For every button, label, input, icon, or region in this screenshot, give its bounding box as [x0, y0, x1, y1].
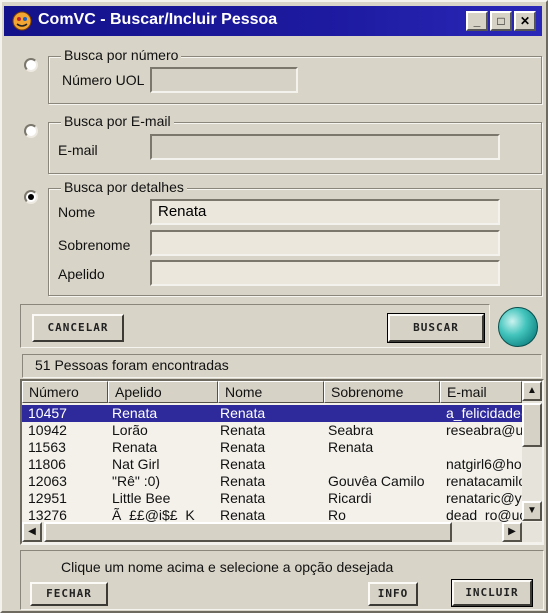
table-row[interactable]: 10942 Lorão Renata Seabra reseabra@uo [22, 422, 522, 439]
cell-nickname: Little Bee [112, 490, 171, 506]
table-row[interactable]: 12063 "Rê" :0) Renata Gouvêa Camilo renataca… [22, 473, 522, 490]
column-header-name[interactable]: Nome [218, 381, 324, 403]
horizontal-scroll-thumb[interactable] [44, 522, 452, 542]
cell-nickname: Renata [112, 405, 158, 421]
scroll-left-icon[interactable]: ◀ [22, 522, 42, 542]
cell-nickname: Nat Girl [112, 456, 160, 472]
last-name-input[interactable] [150, 230, 500, 256]
cell-email: natgirl6@hot [446, 456, 522, 472]
cell-number: 12951 [28, 490, 67, 506]
radio-search-by-number[interactable] [24, 58, 38, 72]
info-button[interactable]: INFO [368, 582, 418, 606]
cell-number: 10457 [28, 405, 67, 421]
scroll-down-icon[interactable]: ▼ [522, 501, 542, 521]
table-row[interactable]: 10457 Renata Renata a_felicidade@ [22, 405, 522, 422]
radio-selected-dot [28, 194, 34, 200]
cell-email: renatacamilo [446, 473, 522, 489]
close-button[interactable]: ✕ [514, 11, 536, 31]
horizontal-scrollbar[interactable]: ◀ ▶ [22, 522, 542, 542]
table-row[interactable]: 11806 Nat Girl Renata natgirl6@hot [22, 456, 522, 473]
close-dialog-button[interactable]: FECHAR [30, 582, 108, 606]
group-title-email: Busca por E-mail [61, 113, 174, 129]
column-header-surname[interactable]: Sobrenome [324, 381, 440, 403]
radio-search-by-email[interactable] [24, 124, 38, 138]
uol-number-input[interactable] [150, 67, 298, 93]
minimize-button[interactable]: _ [466, 11, 488, 31]
vertical-scroll-thumb[interactable] [522, 403, 542, 447]
first-name-input[interactable]: Renata [150, 199, 500, 225]
first-name-label: Nome [58, 204, 96, 220]
cell-name: Renata [220, 422, 266, 438]
results-status: 51 Pessoas foram encontradas [22, 354, 542, 378]
last-name-label: Sobrenome [58, 237, 131, 253]
cell-surname: Seabra [328, 422, 374, 438]
cell-email: reseabra@uo [446, 422, 522, 438]
cell-nickname: Lorão [112, 422, 148, 438]
column-header-email[interactable]: E-mail [440, 381, 522, 403]
nickname-input[interactable] [150, 260, 500, 286]
cancel-button[interactable]: CANCELAR [32, 314, 124, 342]
cell-number: 12063 [28, 473, 67, 489]
cell-name: Renata [220, 490, 266, 506]
title-bar[interactable]: ComVC - Buscar/Incluir Pessoa _ □ ✕ [4, 6, 542, 36]
include-button[interactable]: INCLUIR [451, 579, 533, 607]
group-title-details: Busca por detalhes [61, 179, 187, 195]
cell-number: 11563 [28, 439, 66, 455]
main-window: ComVC - Buscar/Incluir Pessoa _ □ ✕ Busc… [0, 0, 548, 613]
comvc-app-icon [12, 11, 32, 31]
cell-number: 10942 [28, 422, 67, 438]
table-row[interactable]: 12951 Little Bee Renata Ricardi renataric@ya [22, 490, 522, 507]
search-button[interactable]: BUSCAR [387, 313, 485, 343]
cell-surname: Ricardi [328, 490, 372, 506]
cell-surname: Gouvêa Camilo [328, 473, 425, 489]
cell-surname: Renata [328, 439, 374, 455]
uol-number-label: Número UOL [62, 72, 145, 88]
maximize-button[interactable]: □ [490, 11, 512, 31]
column-header-nickname[interactable]: Apelido [108, 381, 218, 403]
window-title: ComVC - Buscar/Incluir Pessoa [38, 11, 278, 28]
email-label: E-mail [58, 142, 98, 158]
email-input[interactable] [150, 134, 500, 160]
vertical-scrollbar[interactable]: ▲ ▼ [522, 381, 542, 521]
cell-email: a_felicidade@ [446, 405, 522, 421]
table-row[interactable]: 11563 Renata Renata Renata [22, 439, 522, 456]
connection-orb-icon [498, 307, 538, 347]
cell-name: Renata [220, 473, 266, 489]
cell-name: Renata [220, 405, 266, 421]
cell-name: Renata [220, 456, 266, 472]
radio-search-by-details[interactable] [24, 190, 38, 204]
cell-nickname: "Rê" :0) [112, 473, 161, 489]
cell-number: 11806 [28, 456, 66, 472]
cell-email: renataric@ya [446, 490, 522, 506]
group-title-number: Busca por número [61, 47, 182, 63]
scroll-right-icon[interactable]: ▶ [502, 522, 522, 542]
cell-name: Renata [220, 439, 266, 455]
footer-hint: Clique um nome acima e selecione a opção… [61, 559, 394, 575]
scroll-up-icon[interactable]: ▲ [522, 381, 542, 401]
results-list[interactable]: Número Apelido Nome Sobrenome E-mail 104… [20, 379, 544, 545]
nickname-label: Apelido [58, 266, 105, 282]
cell-nickname: Renata [112, 439, 158, 455]
column-header-number[interactable]: Número [22, 381, 108, 403]
